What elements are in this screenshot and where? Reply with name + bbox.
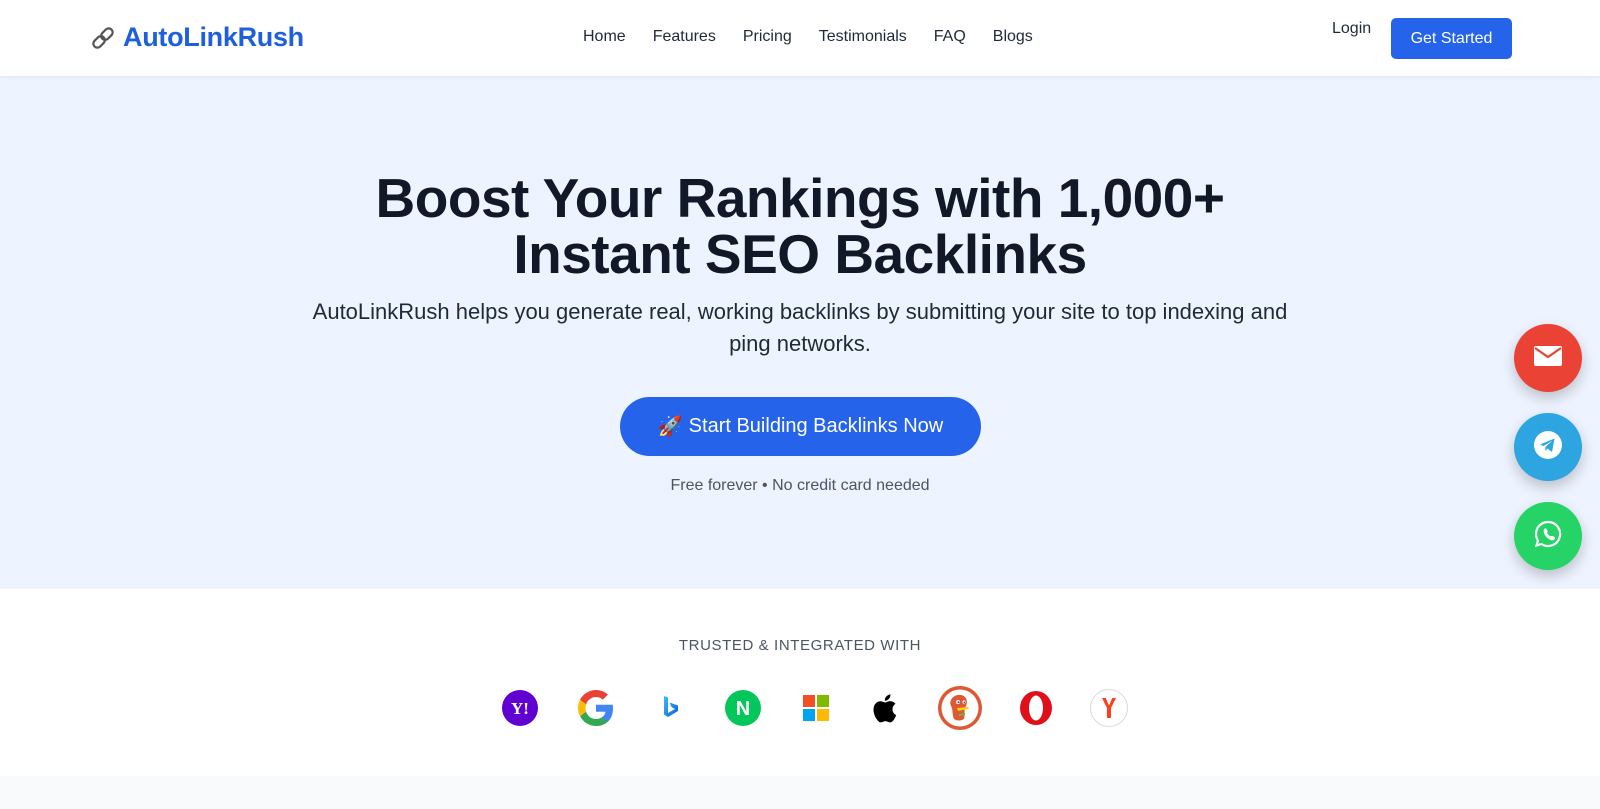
rocket-icon: 🚀	[657, 416, 683, 438]
microsoft-icon	[793, 685, 839, 731]
trusted-section: TRUSTED & INTEGRATED WITH Y! N	[0, 589, 1600, 776]
nav-testimonials[interactable]: Testimonials	[819, 28, 907, 46]
yahoo-text: Y!	[511, 699, 529, 718]
opera-icon	[1013, 685, 1059, 731]
naver-text: N	[736, 698, 750, 720]
get-started-button[interactable]: Get Started	[1391, 18, 1512, 59]
start-building-label: Start Building Backlinks Now	[688, 415, 944, 437]
nav-pricing[interactable]: Pricing	[743, 28, 792, 46]
site-header: AutoLinkRush Home Features Pricing Testi…	[0, 0, 1600, 77]
whatsapp-icon	[1533, 519, 1563, 554]
hero-title-line-1: Boost Your Rankings with 1,000+	[375, 167, 1225, 229]
nav-home[interactable]: Home	[583, 28, 626, 46]
hero-section: Boost Your Rankings with 1,000+ Instant …	[0, 77, 1600, 589]
nav-blogs[interactable]: Blogs	[993, 28, 1033, 46]
telegram-icon	[1533, 430, 1563, 465]
nav-faq[interactable]: FAQ	[934, 28, 966, 46]
nav-features[interactable]: Features	[653, 28, 716, 46]
link-icon	[89, 24, 117, 52]
bing-icon	[648, 685, 694, 731]
start-building-button[interactable]: 🚀 Start Building Backlinks Now	[620, 397, 981, 456]
whatsapp-button[interactable]	[1514, 502, 1582, 570]
google-icon	[573, 685, 619, 731]
login-link[interactable]: Login	[1332, 20, 1371, 38]
naver-icon: N	[720, 685, 766, 731]
apple-icon	[863, 685, 909, 731]
yahoo-icon: Y!	[497, 685, 543, 731]
hero-title: Boost Your Rankings with 1,000+ Instant …	[0, 170, 1600, 282]
duckduckgo-icon	[937, 685, 983, 731]
yandex-icon	[1086, 685, 1132, 731]
hero-title-line-2: Instant SEO Backlinks	[513, 223, 1087, 285]
email-icon	[1533, 345, 1563, 372]
hero-subtitle: AutoLinkRush helps you generate real, wo…	[312, 299, 1288, 356]
main-nav: Home Features Pricing Testimonials FAQ B…	[583, 28, 1060, 46]
logo-link[interactable]: AutoLinkRush	[89, 22, 304, 53]
trusted-label: TRUSTED & INTEGRATED WITH	[678, 637, 922, 654]
email-button[interactable]	[1514, 324, 1582, 392]
logo-text: AutoLinkRush	[123, 22, 304, 52]
next-section-edge	[0, 776, 1600, 809]
hero-note: Free forever • No credit card needed	[670, 477, 930, 494]
telegram-button[interactable]	[1514, 413, 1582, 481]
